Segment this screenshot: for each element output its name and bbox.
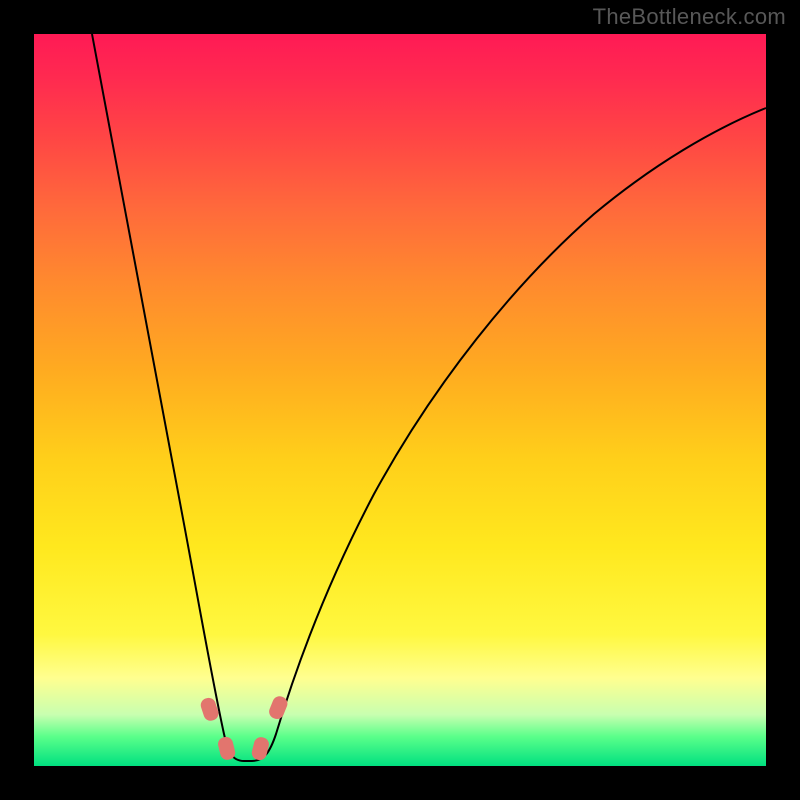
marker-group <box>199 694 290 761</box>
plot-area <box>34 34 766 766</box>
watermark-text: TheBottleneck.com <box>593 4 786 30</box>
marker-dot <box>267 694 290 721</box>
bottleneck-curve <box>92 34 766 761</box>
chart-curve-layer <box>34 34 766 766</box>
marker-dot <box>250 736 270 762</box>
